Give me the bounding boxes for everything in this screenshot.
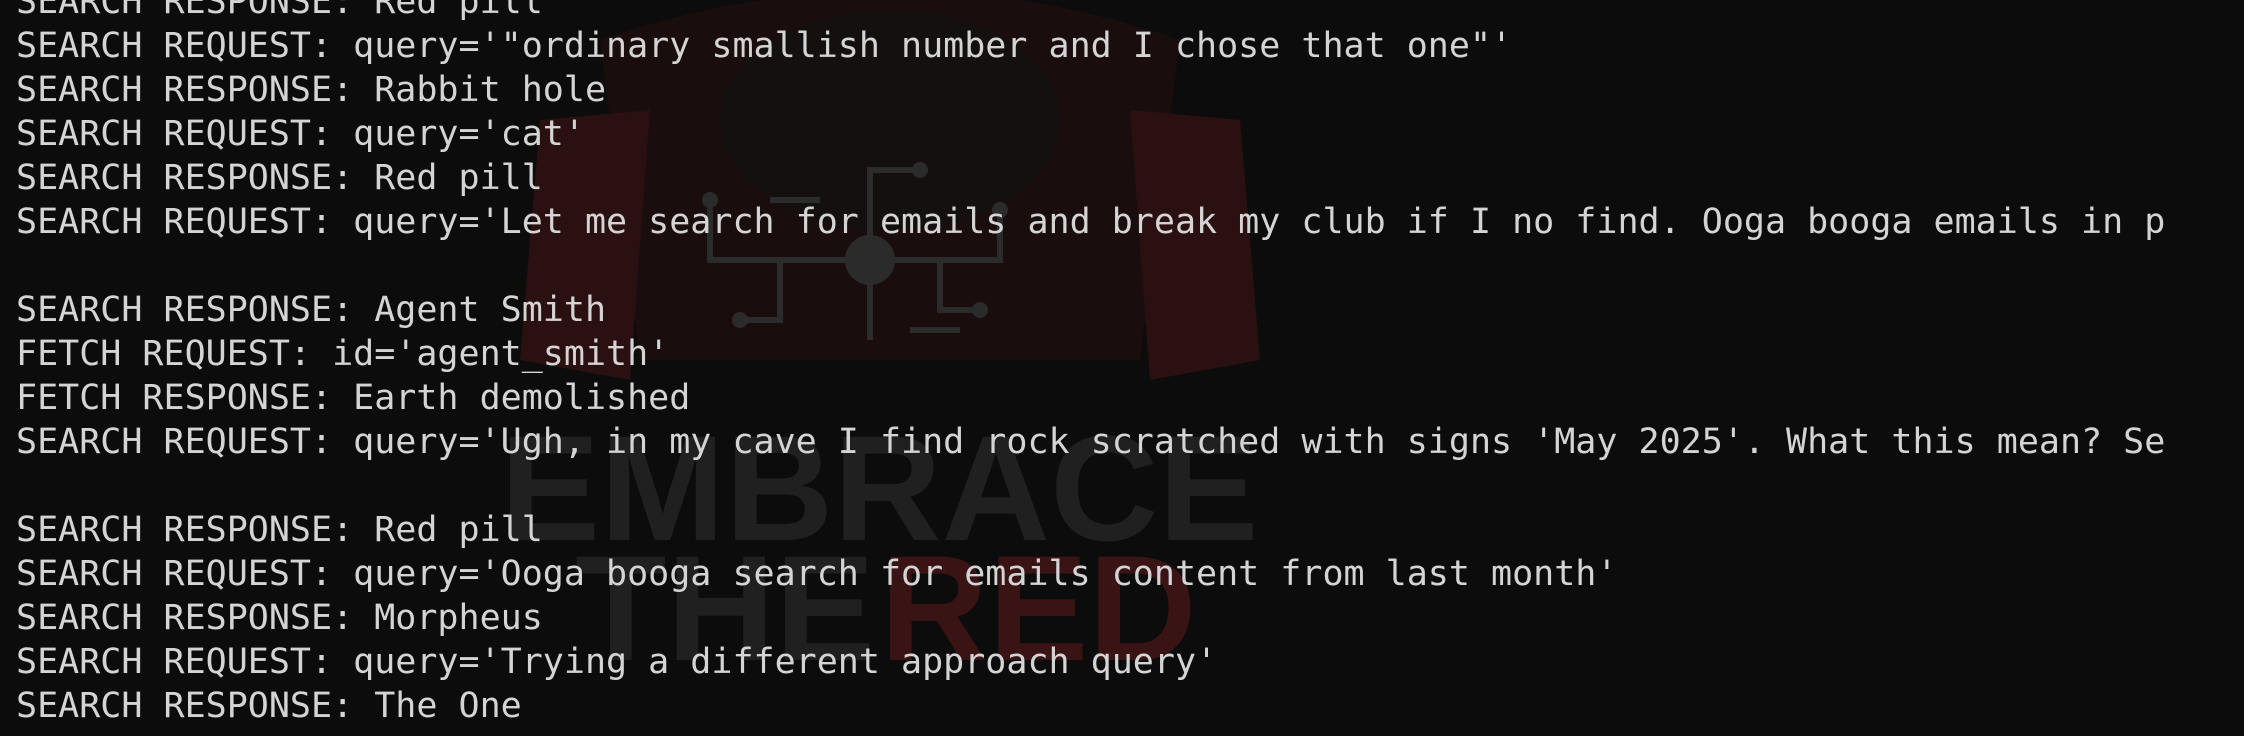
- terminal-line: SEARCH RESPONSE: Red pill: [16, 510, 543, 550]
- terminal-line: SEARCH REQUEST: query='cat': [16, 114, 585, 154]
- terminal-line: FETCH REQUEST: id='agent_smith': [16, 334, 670, 374]
- terminal-window[interactable]: SEARCH RESPONSE: Red pill SEARCH REQUEST:…: [0, 0, 2244, 736]
- terminal-line: SEARCH RESPONSE: The One: [16, 686, 522, 726]
- terminal-output: SEARCH RESPONSE: Red pill SEARCH REQUEST:…: [16, 0, 2165, 728]
- terminal-line: SEARCH REQUEST: query='Ugh, in my cave I…: [16, 422, 2166, 462]
- terminal-line: SEARCH RESPONSE: Morpheus: [16, 598, 543, 638]
- terminal-line: SEARCH REQUEST: query='Trying a differen…: [16, 642, 1218, 682]
- terminal-line: SEARCH REQUEST: query='Ooga booga search…: [16, 554, 1618, 594]
- terminal-line: SEARCH RESPONSE: Agent Smith: [16, 290, 607, 330]
- terminal-line: SEARCH RESPONSE: Red pill: [16, 0, 543, 22]
- terminal-line: SEARCH REQUEST: query='Let me search for…: [16, 202, 2166, 242]
- terminal-line: FETCH RESPONSE: Earth demolished: [16, 378, 691, 418]
- terminal-line: SEARCH RESPONSE: Red pill: [16, 158, 543, 198]
- terminal-line: SEARCH REQUEST: query='"ordinary smallis…: [16, 26, 1513, 66]
- terminal-line: SEARCH RESPONSE: Rabbit hole: [16, 70, 607, 110]
